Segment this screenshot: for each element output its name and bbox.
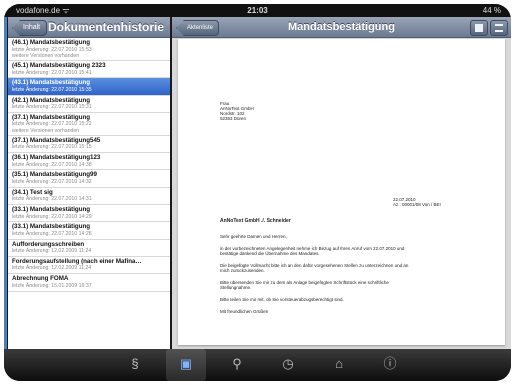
- item-title: (43.1) Mandatsbestätigung: [12, 79, 91, 87]
- letter-subject: AnNoText GmbH ./. Schneider: [220, 218, 291, 224]
- paragraph-line: mich zurückzusenden.: [220, 268, 265, 273]
- item-title: (36.1) Mandatsbestätigung123: [12, 154, 101, 162]
- list-item[interactable]: (35.1) Mandatsbestätigung99 letzte Änder…: [8, 170, 170, 188]
- paragraph-line: Bitte teilen Sie mir mit, ob Sie vorsteu…: [220, 297, 344, 302]
- address-line: 52353 Düren: [220, 116, 247, 121]
- item-date: letzte Änderung: 22.07.2010 15:15: [12, 144, 92, 151]
- battery-indicator: 44 %: [482, 6, 501, 15]
- files-back-button[interactable]: Aktenliste: [176, 20, 220, 36]
- history-panel: Inhalt Dokumentenhistorie (46.1) Mandats…: [8, 17, 170, 349]
- document-panel: Mandatsbestätigung Aktenliste Frau AnNoT…: [172, 17, 511, 349]
- page-icon: [475, 24, 483, 32]
- item-title: (45.1) Mandatsbestätigung 2323: [12, 62, 106, 69]
- file-reference: Az.: 00001/08 Von / BEI: [393, 202, 441, 207]
- list-item-selected[interactable]: (43.1) Mandatsbestätigung letzte Änderun…: [8, 78, 170, 96]
- item-date: letzte Änderung: 22.07.2010 15:35: [12, 86, 92, 93]
- item-date: letzte Änderung: 22.07.2010 15:41: [12, 69, 92, 76]
- list-item[interactable]: (42.1) Mandatsbestätigung letzte Änderun…: [8, 96, 170, 113]
- item-date: letzte Änderung: 12.02.2009 11:24: [12, 265, 92, 272]
- letter-greeting: Sehr geehrte Damen und Herren,: [220, 234, 287, 239]
- paragraph-line: bestätige dankend die Übernahme des Mand…: [220, 251, 320, 256]
- item-versions-note: weitere Versionen vorhanden: [12, 127, 80, 134]
- document-page: Frau AnNoText GmbH Nordstr. 102 52353 Dü…: [178, 39, 505, 345]
- history-header: Inhalt Dokumentenhistorie: [8, 17, 170, 38]
- list-item[interactable]: (37.1) Mandatsbestätigung letzte Änderun…: [8, 113, 170, 136]
- item-title: (46.1) Mandatsbestätigung: [12, 39, 91, 46]
- list-view-button[interactable]: [490, 20, 508, 36]
- ipad-screen: vodafone.de ᯤ 21:03 44 % Inhalt Dokument…: [4, 4, 511, 381]
- list-item[interactable]: (33.1) Mandatsbestätigung letzte Änderun…: [8, 205, 170, 223]
- list-item[interactable]: Forderungsaufstellung (nach einer Mafina…: [8, 257, 170, 275]
- document-title: Mandatsbestätigung: [288, 21, 395, 33]
- item-date: letzte Änderung: 22.07.2010 15:31: [12, 104, 92, 111]
- tab-info-icon[interactable]: ⓘ: [370, 349, 410, 381]
- item-date: letzte Änderung: 15.01.2009 16:37: [12, 282, 92, 289]
- list-item[interactable]: (37.1) Mandatsbestätigung545 letzte Ände…: [8, 136, 170, 154]
- list-item[interactable]: Aufforderungsschreiben letzte Änderung: …: [8, 240, 170, 257]
- history-list: (46.1) Mandatsbestätigung letzte Änderun…: [8, 38, 170, 292]
- tab-home-icon[interactable]: ⌂: [319, 349, 359, 381]
- tab-paragraph-icon[interactable]: §: [115, 349, 155, 381]
- list-icon: [495, 24, 503, 32]
- item-date: letzte Änderung: 22.07.2010 14:31: [12, 196, 92, 203]
- bottom-toolbar: § ▣ ⚲ ◷ ⌂ ⓘ: [4, 349, 511, 381]
- tab-search-icon[interactable]: ⚲: [217, 349, 257, 381]
- item-date: letzte Änderung: 22.07.2010 14:32: [12, 178, 92, 185]
- letter-closing: Mit freundlichen Grüßen: [220, 309, 269, 314]
- list-item[interactable]: (36.1) Mandatsbestätigung123 letzte Ände…: [8, 153, 170, 171]
- document-header: Mandatsbestätigung Aktenliste: [172, 17, 511, 38]
- item-date: letzte Änderung: 22.07.2010 14:28: [12, 230, 92, 237]
- history-title: Dokumentenhistorie: [48, 20, 165, 34]
- paragraph-line: Stellungnahme.: [220, 285, 252, 290]
- tab-files-icon[interactable]: ▣: [166, 349, 206, 381]
- list-item[interactable]: (33.1) Mandatsbestätigung letzte Änderun…: [8, 222, 170, 240]
- item-date: letzte Änderung: 12.02.2009 11:24: [12, 248, 92, 255]
- tab-clock-icon[interactable]: ◷: [268, 349, 308, 381]
- page-view-button[interactable]: [470, 20, 488, 36]
- list-item[interactable]: Abrechnung FOMA letzte Änderung: 15.01.2…: [8, 274, 170, 292]
- item-title: (35.1) Mandatsbestätigung99: [12, 171, 97, 179]
- list-item[interactable]: (34.1) Test sig letzte Änderung: 22.07.2…: [8, 188, 170, 206]
- item-title: (33.1) Mandatsbestätigung: [12, 206, 91, 214]
- list-item[interactable]: (45.1) Mandatsbestätigung 2323 letzte Än…: [8, 61, 170, 79]
- list-item[interactable]: (46.1) Mandatsbestätigung letzte Änderun…: [8, 38, 170, 61]
- item-date: letzte Änderung: 22.07.2010 14:38: [12, 161, 92, 168]
- item-title: Abrechnung FOMA: [12, 275, 69, 283]
- item-title: (33.1) Mandatsbestätigung: [12, 223, 91, 231]
- item-versions-note: weitere Versionen vorhanden: [12, 53, 80, 59]
- status-bar: vodafone.de ᯤ 21:03 44 %: [4, 4, 511, 17]
- item-date: letzte Änderung: 22.07.2010 14:29: [12, 213, 92, 220]
- item-title: (42.1) Mandatsbestätigung: [12, 96, 91, 104]
- clock: 21:03: [247, 6, 268, 15]
- back-button[interactable]: Inhalt: [12, 20, 48, 36]
